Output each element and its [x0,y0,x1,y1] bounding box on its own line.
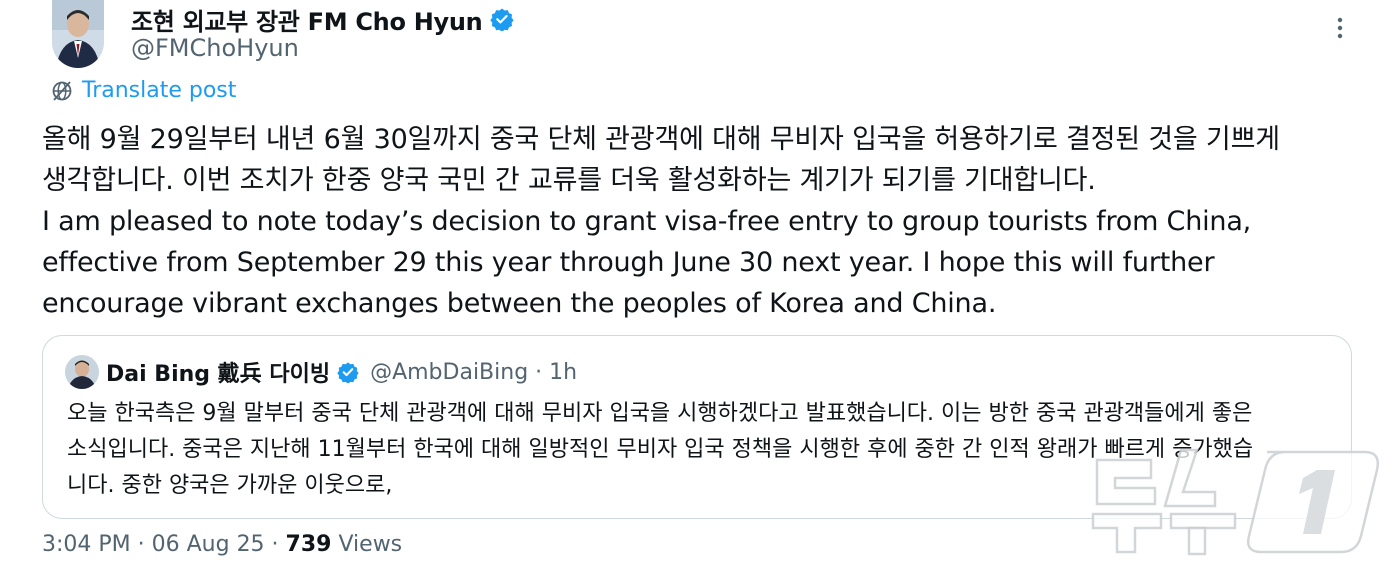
translate-post-button[interactable]: Translate post [50,78,236,103]
quoted-author-name[interactable]: Dai Bing 戴兵 다이빙 [106,356,330,388]
quoted-author-handle[interactable]: @AmbDaiBing [370,360,528,385]
quoted-post-time[interactable]: 1h [549,360,577,385]
quoted-post-line: 소식입니다. 중국은 지난해 11월부터 한국에 대해 일방적인 무비자 입국 … [67,437,1254,462]
tweet-body: 올해 9월 29일부터 내년 6월 30일까지 중국 단체 관광객에 대해 무비… [42,119,1372,324]
tweet-line: 생각합니다. 이번 조치가 한중 양국 국민 간 교류를 더욱 활성화하는 계기… [42,165,1096,196]
more-options-icon[interactable] [1326,14,1354,42]
post-timestamp[interactable]: 3:04 PM · 06 Aug 25 · [42,532,286,557]
author-handle[interactable]: @FMChoHyun [131,34,299,62]
tweet-line: 올해 9월 29일부터 내년 6월 30일까지 중국 단체 관광객에 대해 무비… [42,124,1280,155]
tweet-line: effective from September 29 this year th… [42,247,1215,278]
author-display-name[interactable]: 조현 외교부 장관 FM Cho Hyun [131,2,483,37]
tweet-line: I am pleased to note today’s decision to… [42,206,1252,237]
quoted-post-line: 오늘 한국측은 9월 말부터 중국 단체 관광객에 대해 무비자 입국을 시행하… [67,401,1253,426]
quoted-post-line: 니다. 중한 양국은 가까운 이웃으로, [67,473,393,498]
verified-badge-icon [490,8,515,31]
author-name-row: 조현 외교부 장관 FM Cho Hyun [131,2,515,37]
quoted-author-photo [65,355,99,389]
author-avatar[interactable] [52,0,104,68]
views-count: 739 [285,532,332,557]
views-label: Views [331,532,403,557]
verified-badge-icon [337,362,359,383]
quoted-post-body: 오늘 한국측은 9월 말부터 중국 단체 관광객에 대해 무비자 입국을 시행하… [67,396,1342,504]
separator-dot: · [535,359,543,385]
quoted-author-avatar[interactable] [65,355,99,389]
post-meta: 3:04 PM · 06 Aug 25 · 739 Views [42,532,402,557]
quoted-post-header: Dai Bing 戴兵 다이빙 @AmbDaiBing · 1h [65,354,577,390]
globe-translate-icon [52,80,72,101]
tweet-line: encourage vibrant exchanges between the … [42,288,997,319]
translate-post-label: Translate post [82,78,237,103]
author-photo [52,0,104,68]
quoted-post-card[interactable]: Dai Bing 戴兵 다이빙 @AmbDaiBing · 1h 오늘 한국측은… [42,335,1352,519]
